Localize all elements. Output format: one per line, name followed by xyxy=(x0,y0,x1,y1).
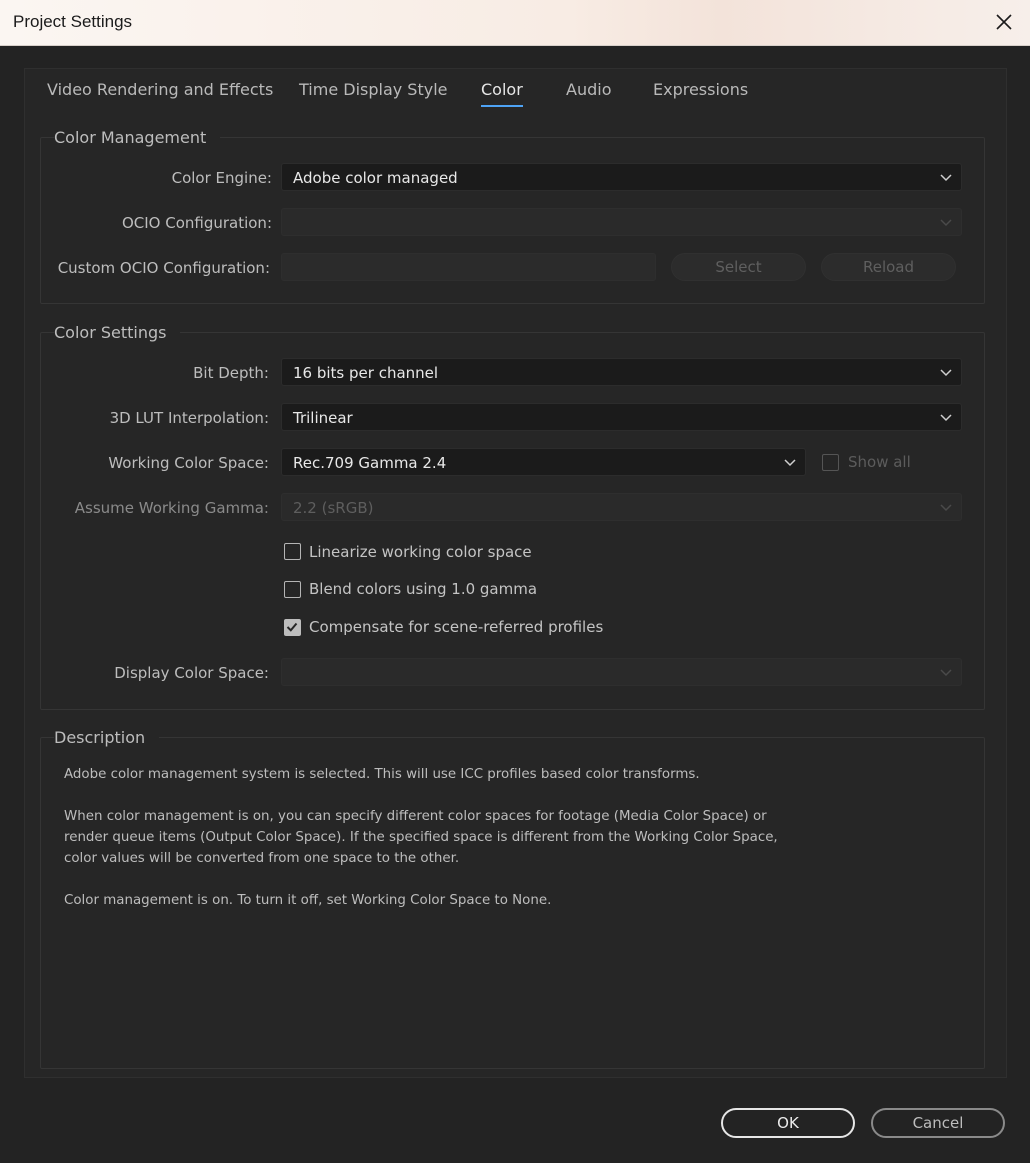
display-color-space-label: Display Color Space: xyxy=(114,664,269,682)
compensate-label: Compensate for scene-referred profiles xyxy=(309,618,604,636)
chevron-down-icon xyxy=(940,219,952,227)
tab-color[interactable]: Color xyxy=(481,80,523,107)
working-color-space-label: Working Color Space: xyxy=(108,454,269,472)
chevron-down-icon xyxy=(940,174,952,182)
chevron-down-icon xyxy=(784,459,796,467)
tab-time-display[interactable]: Time Display Style xyxy=(299,80,448,105)
custom-ocio-field xyxy=(281,253,656,281)
cancel-button[interactable]: Cancel xyxy=(871,1108,1005,1138)
compensate-checkbox[interactable] xyxy=(284,619,301,636)
tab-audio[interactable]: Audio xyxy=(566,80,611,105)
linearize-checkbox[interactable] xyxy=(284,543,301,560)
chevron-down-icon xyxy=(940,369,952,377)
color-engine-value: Adobe color managed xyxy=(293,169,458,187)
window-title: Project Settings xyxy=(13,12,133,31)
blend-gamma-checkbox[interactable] xyxy=(284,581,301,598)
show-all-checkbox xyxy=(822,454,839,471)
color-management-title: Color Management xyxy=(54,128,221,147)
select-button: Select xyxy=(671,253,806,281)
description-title: Description xyxy=(54,728,160,747)
assume-working-gamma-value: 2.2 (sRGB) xyxy=(293,499,374,517)
bit-depth-label: Bit Depth: xyxy=(193,364,269,382)
working-color-space-value: Rec.709 Gamma 2.4 xyxy=(293,454,447,472)
ocio-configuration-dropdown xyxy=(281,208,962,236)
ocio-configuration-label: OCIO Configuration: xyxy=(121,214,272,232)
display-color-space-dropdown xyxy=(281,658,962,686)
title-bar: Project Settings xyxy=(0,0,1030,46)
color-settings-title: Color Settings xyxy=(54,323,181,342)
color-settings-group xyxy=(40,332,985,710)
checkmark-icon xyxy=(286,622,298,632)
description-paragraph: Adobe color management system is selecte… xyxy=(64,767,700,782)
lut-interpolation-value: Trilinear xyxy=(293,409,353,427)
tab-video-rendering[interactable]: Video Rendering and Effects xyxy=(47,80,273,105)
tab-expressions[interactable]: Expressions xyxy=(653,80,748,105)
chevron-down-icon xyxy=(940,669,952,677)
bit-depth-value: 16 bits per channel xyxy=(293,364,439,382)
ok-button[interactable]: OK xyxy=(721,1108,855,1138)
blend-gamma-label: Blend colors using 1.0 gamma xyxy=(309,580,538,598)
close-button[interactable] xyxy=(992,10,1016,34)
description-paragraph: When color management is on, you can spe… xyxy=(64,809,778,866)
description-paragraph: Color management is on. To turn it off, … xyxy=(64,893,552,908)
show-all-label: Show all xyxy=(848,453,911,471)
close-icon xyxy=(996,14,1012,30)
bit-depth-dropdown[interactable]: 16 bits per channel xyxy=(281,358,962,386)
lut-interpolation-dropdown[interactable]: Trilinear xyxy=(281,403,962,431)
working-color-space-dropdown[interactable]: Rec.709 Gamma 2.4 xyxy=(281,448,806,476)
chevron-down-icon xyxy=(940,414,952,422)
reload-button: Reload xyxy=(821,253,956,281)
chevron-down-icon xyxy=(940,504,952,512)
description-text: Adobe color management system is selecte… xyxy=(64,764,824,932)
linearize-label: Linearize working color space xyxy=(309,543,532,561)
assume-working-gamma-label: Assume Working Gamma: xyxy=(74,499,269,517)
lut-interpolation-label: 3D LUT Interpolation: xyxy=(109,409,269,427)
assume-working-gamma-dropdown: 2.2 (sRGB) xyxy=(281,493,962,521)
color-engine-label: Color Engine: xyxy=(171,169,272,187)
color-engine-dropdown[interactable]: Adobe color managed xyxy=(281,163,962,191)
custom-ocio-label: Custom OCIO Configuration: xyxy=(57,259,270,277)
